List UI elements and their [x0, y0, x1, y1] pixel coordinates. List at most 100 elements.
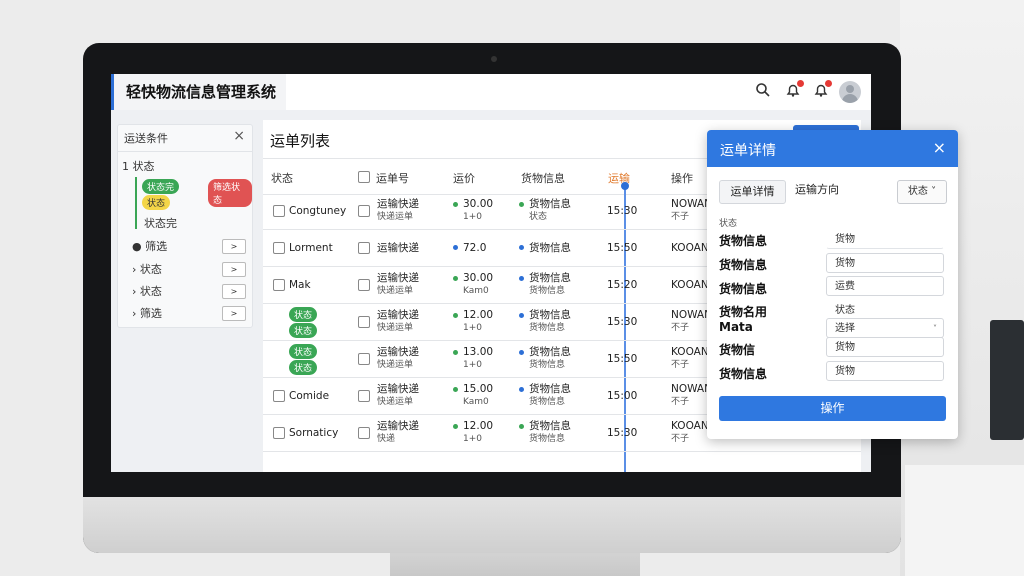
filter-item[interactable]: › 筛选: [132, 305, 162, 321]
row-checkbox[interactable]: [358, 205, 370, 217]
status-dot: [453, 313, 458, 318]
row-checkbox[interactable]: [273, 279, 285, 291]
goods-sub: 货物信息: [529, 397, 566, 407]
bell-icon[interactable]: [783, 80, 804, 102]
field-value[interactable]: 货物: [826, 229, 944, 249]
expand-button[interactable]: >: [222, 284, 246, 299]
price-sub: 1+0: [463, 360, 482, 370]
field-select[interactable]: 选择 ˅: [826, 318, 944, 338]
code-sub: 不子: [671, 434, 690, 444]
status-badge[interactable]: 状态完: [142, 179, 180, 194]
column-header[interactable]: 货物信息: [521, 170, 565, 186]
background-monitor: [990, 320, 1024, 440]
action-button[interactable]: 操作: [719, 396, 946, 421]
tab-transport-direction[interactable]: 运输方向: [795, 181, 839, 197]
price: 12.00: [463, 309, 494, 321]
price: 15.00: [463, 383, 494, 395]
field-value[interactable]: 状态: [826, 300, 944, 320]
row-checkbox[interactable]: [273, 390, 285, 402]
filter-item[interactable]: 状态完: [144, 215, 177, 231]
status-dot: [453, 245, 458, 250]
status-dot: [453, 424, 458, 429]
price: 30.00: [463, 272, 494, 284]
time: 15:30: [607, 205, 638, 217]
price-sub: Kam0: [463, 286, 489, 296]
waybill-sub: 快递运单: [377, 323, 414, 333]
field-input[interactable]: 货物: [826, 361, 944, 381]
time: 15:30: [607, 316, 638, 328]
details-title: 运单详情: [720, 143, 776, 159]
row-checkbox[interactable]: [358, 353, 370, 365]
search-icon[interactable]: [753, 82, 773, 102]
status-dot: [519, 245, 524, 250]
status-dot: [519, 276, 524, 281]
waybill-sub: 快递运单: [377, 397, 414, 407]
expand-button[interactable]: >: [222, 306, 246, 321]
expand-button[interactable]: >: [222, 239, 246, 254]
goods-info: 货物信息: [529, 346, 571, 358]
price-sub: 1+0: [463, 323, 482, 333]
row-checkbox[interactable]: [273, 427, 285, 439]
code: KOOAN: [671, 420, 709, 432]
time: 15:30: [607, 427, 638, 439]
bell-icon[interactable]: [811, 80, 832, 102]
code: KOOAN: [671, 242, 709, 254]
row-checkbox[interactable]: [273, 242, 285, 254]
column-header[interactable]: 运价: [453, 170, 475, 186]
row-name: Lorment: [289, 242, 333, 254]
waybill-sub: 快递: [377, 434, 396, 444]
status-dot: [453, 202, 458, 207]
status-select[interactable]: 状态 ˅: [897, 180, 947, 204]
waybill-text: 运输快递: [377, 272, 419, 284]
filter-item[interactable]: › 状态: [132, 283, 162, 299]
field-label: 货物信息: [719, 282, 768, 296]
status-badge: 状态: [289, 323, 318, 338]
row-checkbox[interactable]: [358, 316, 370, 328]
status-badge: 状态: [289, 344, 318, 359]
select-all-checkbox[interactable]: [358, 171, 370, 183]
goods-sub: 货物信息: [529, 434, 566, 444]
time: 15:50: [607, 242, 638, 254]
timeline-dot: [621, 182, 629, 190]
code: NOWAN: [671, 383, 712, 395]
status-badge[interactable]: 筛选状态: [208, 179, 252, 207]
close-icon[interactable]: ×: [933, 138, 946, 157]
waybill-text: 运输快递: [377, 420, 419, 432]
filter-item[interactable]: ● 筛选: [132, 238, 167, 254]
filter-status-label: 1 状态: [122, 160, 155, 173]
row-name: Mak: [289, 279, 311, 291]
waybill-text: 运输快递: [377, 198, 419, 210]
row-checkbox[interactable]: [273, 205, 285, 217]
row-checkbox[interactable]: [358, 242, 370, 254]
code: NOWAN: [671, 309, 712, 321]
goods-sub: 货物信息: [529, 323, 566, 333]
row-name: Congtuney: [289, 205, 347, 217]
field-input[interactable]: 货物: [826, 253, 944, 273]
row-checkbox[interactable]: [358, 390, 370, 402]
column-header[interactable]: 状态: [271, 170, 293, 186]
field-input[interactable]: 运费: [826, 276, 944, 296]
tab-waybill-details[interactable]: 运单详情: [719, 180, 786, 204]
goods-sub: 货物信息: [529, 360, 566, 370]
price-sub: 1+0: [463, 434, 482, 444]
row-checkbox[interactable]: [358, 279, 370, 291]
goods-info: 货物信息: [529, 309, 571, 321]
goods-sub: 货物信息: [529, 286, 566, 296]
status-badge: 状态: [289, 307, 318, 322]
filter-item[interactable]: › 状态: [132, 261, 162, 277]
status-dot: [519, 387, 524, 392]
waybill-text: 运输快递: [377, 383, 419, 395]
close-icon[interactable]: ×: [233, 128, 245, 144]
expand-button[interactable]: >: [222, 262, 246, 277]
price: 12.00: [463, 420, 494, 432]
status-badge: 状态: [289, 360, 318, 375]
field-input[interactable]: 货物: [826, 337, 944, 357]
row-checkbox[interactable]: [358, 427, 370, 439]
time: 15:20: [607, 279, 638, 291]
avatar[interactable]: [839, 81, 861, 103]
status-badge[interactable]: 状态: [142, 195, 171, 210]
price-sub: Kam0: [463, 397, 489, 407]
column-header[interactable]: 运单号: [376, 170, 409, 186]
app-header: 轻快物流信息管理系统: [111, 74, 871, 110]
column-header[interactable]: 操作: [671, 170, 693, 186]
